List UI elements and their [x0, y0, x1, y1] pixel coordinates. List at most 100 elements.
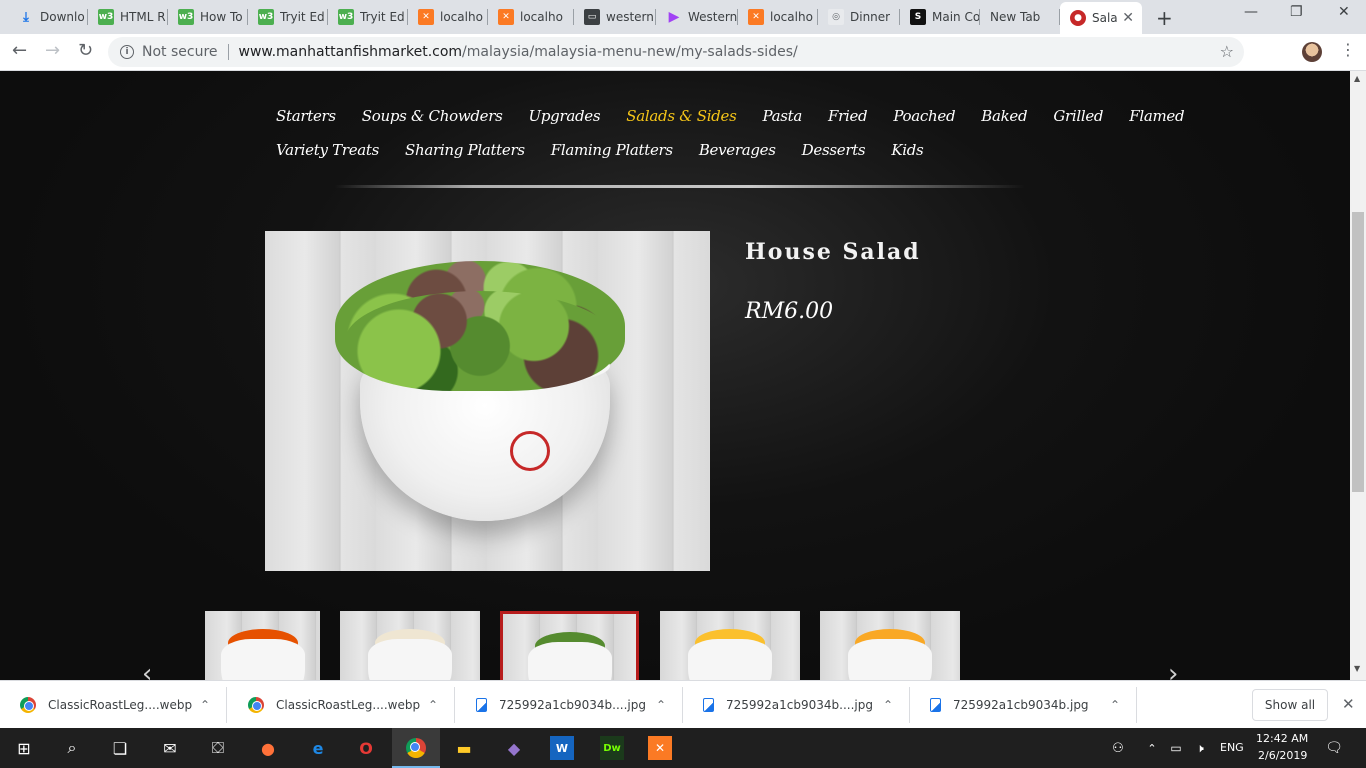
reload-icon[interactable]: ↻: [78, 40, 93, 61]
search-icon[interactable]: ⌕: [60, 736, 84, 760]
visual-studio-icon[interactable]: ◆: [502, 736, 526, 760]
notification-icon[interactable]: 🗨: [1322, 736, 1346, 760]
menu-row-1: Starters Soups & Chowders Upgrades Salads &…: [276, 99, 1185, 133]
forward-arrow-icon[interactable]: →: [45, 40, 60, 61]
menu-link-sharing-platters[interactable]: Sharing Platters: [405, 141, 525, 159]
browser-tab[interactable]: ◎ Dinner: [818, 4, 900, 30]
edge-icon[interactable]: e: [306, 736, 330, 760]
menu-link-poached[interactable]: Poached: [893, 107, 955, 125]
address-bar[interactable]: i Not secure www.manhattanfishmarket.com…: [108, 37, 1244, 67]
minimize-icon[interactable]: —: [1244, 4, 1258, 20]
browser-tab[interactable]: ⤓ Downlo: [8, 4, 88, 30]
browser-tab[interactable]: ✕ localho: [488, 4, 574, 30]
download-bar-close-icon[interactable]: ✕: [1342, 695, 1355, 713]
tab-close-icon[interactable]: ✕: [1122, 10, 1134, 26]
file-explorer-icon[interactable]: ▬: [452, 736, 476, 760]
slider-prev-arrow-icon[interactable]: ‹: [142, 659, 152, 680]
menu-link-salads-sides[interactable]: Salads & Sides: [626, 107, 737, 125]
browser-tab[interactable]: w3 HTML R: [88, 4, 168, 30]
clock-time[interactable]: 12:42 AM: [1256, 732, 1308, 745]
download-item[interactable]: 725992a1cb9034b.jpg ⌃: [910, 681, 1137, 729]
people-icon[interactable]: ⚇: [1106, 736, 1130, 760]
bookmark-star-icon[interactable]: ☆: [1220, 42, 1234, 61]
thumb-corn[interactable]: [660, 611, 800, 680]
menu-link-flamed[interactable]: Flamed: [1129, 107, 1184, 125]
scroll-down-icon[interactable]: ▼: [1354, 664, 1360, 673]
download-options-chevron-icon[interactable]: ⌃: [883, 698, 893, 712]
menu-link-upgrades[interactable]: Upgrades: [529, 107, 601, 125]
image-file-icon: [476, 698, 487, 712]
menu-link-variety-treats[interactable]: Variety Treats: [276, 141, 379, 159]
download-item[interactable]: ClassicRoastLeg....webp ⌃: [228, 681, 455, 729]
browser-tab[interactable]: S Main Co: [900, 4, 980, 30]
profile-avatar[interactable]: [1302, 42, 1322, 62]
menu-link-kids[interactable]: Kids: [891, 141, 923, 159]
play-icon: ▶: [668, 9, 680, 25]
thumb-coleslaw[interactable]: [340, 611, 480, 680]
browser-tab[interactable]: w3 How To: [168, 4, 248, 30]
show-all-button[interactable]: Show all: [1252, 689, 1328, 721]
security-label: Not secure: [142, 44, 218, 60]
browser-tab[interactable]: w3 Tryit Ed: [248, 4, 328, 30]
menu-link-beverages[interactable]: Beverages: [699, 141, 776, 159]
browser-tab[interactable]: ▶ Western: [656, 4, 738, 30]
thumb-fries[interactable]: [820, 611, 960, 680]
language-indicator[interactable]: ENG: [1220, 741, 1244, 754]
task-view-icon[interactable]: ❏: [108, 736, 132, 760]
download-item[interactable]: ClassicRoastLeg....webp ⌃: [0, 681, 227, 729]
window-close-icon[interactable]: ✕: [1338, 4, 1350, 20]
download-options-chevron-icon[interactable]: ⌃: [200, 698, 210, 712]
image-file-icon: [703, 698, 714, 712]
browser-tab[interactable]: w3 Tryit Ed: [328, 4, 408, 30]
menu-link-soups-chowders[interactable]: Soups & Chowders: [362, 107, 503, 125]
download-separator: [454, 687, 455, 723]
firefox-icon[interactable]: ●: [256, 736, 280, 760]
browser-tab[interactable]: New Tab: [980, 4, 1060, 30]
browser-tab[interactable]: ▭ western: [574, 4, 656, 30]
opera-icon[interactable]: O: [354, 736, 378, 760]
back-arrow-icon[interactable]: ←: [12, 40, 27, 61]
dreamweaver-icon[interactable]: Dw: [600, 736, 624, 760]
thumb-vegetables[interactable]: [205, 611, 320, 680]
browser-tab[interactable]: ✕ localho: [738, 4, 818, 30]
download-item[interactable]: 725992a1cb9034b....jpg ⌃: [456, 681, 683, 729]
tab-title: Sala: [1092, 11, 1118, 25]
clock-date[interactable]: 2/6/2019: [1258, 749, 1307, 762]
tab-title: Tryit Ed: [360, 10, 405, 24]
info-icon[interactable]: i: [120, 45, 134, 59]
mail-icon[interactable]: ✉: [158, 736, 182, 760]
new-tab-button[interactable]: +: [1156, 6, 1173, 30]
download-separator: [226, 687, 227, 723]
download-options-chevron-icon[interactable]: ⌃: [1110, 698, 1120, 712]
download-item[interactable]: 725992a1cb9034b....jpg ⌃: [683, 681, 910, 729]
menu-link-starters[interactable]: Starters: [276, 107, 336, 125]
tray-chevron-icon[interactable]: ⌃: [1140, 736, 1164, 760]
tab-title: Downlo: [40, 10, 85, 24]
windows-start-icon[interactable]: ⊞: [12, 736, 36, 760]
browser-tab[interactable]: ● Sala ✕: [1060, 2, 1142, 34]
more-menu-icon[interactable]: ⋮: [1340, 40, 1356, 59]
menu-category-nav: Starters Soups & Chowders Upgrades Salads &…: [276, 99, 1185, 167]
word-icon[interactable]: W: [550, 736, 574, 760]
slider-next-arrow-icon[interactable]: ›: [1168, 659, 1178, 680]
chrome-icon[interactable]: [404, 736, 428, 760]
menu-link-pasta[interactable]: Pasta: [762, 107, 802, 125]
browser-tab[interactable]: ✕ localho: [408, 4, 488, 30]
menu-link-desserts[interactable]: Desserts: [802, 141, 866, 159]
thumb-house-salad[interactable]: [500, 611, 639, 680]
maximize-icon[interactable]: ❐: [1290, 4, 1303, 20]
xampp-icon: ✕: [748, 9, 764, 25]
battery-icon[interactable]: ▭: [1164, 736, 1188, 760]
volume-icon[interactable]: 🕨: [1188, 736, 1212, 760]
menu-link-baked[interactable]: Baked: [981, 107, 1027, 125]
download-options-chevron-icon[interactable]: ⌃: [656, 698, 666, 712]
download-options-chevron-icon[interactable]: ⌃: [428, 698, 438, 712]
menu-link-grilled[interactable]: Grilled: [1053, 107, 1103, 125]
scrollbar-thumb[interactable]: [1352, 212, 1364, 492]
store-icon[interactable]: ⛋: [206, 736, 230, 760]
xampp-icon[interactable]: ✕: [648, 736, 672, 760]
scroll-up-icon[interactable]: ▲: [1354, 74, 1360, 83]
menu-link-flaming-platters[interactable]: Flaming Platters: [551, 141, 673, 159]
menu-link-fried[interactable]: Fried: [828, 107, 868, 125]
tab-title: Western: [688, 10, 738, 24]
